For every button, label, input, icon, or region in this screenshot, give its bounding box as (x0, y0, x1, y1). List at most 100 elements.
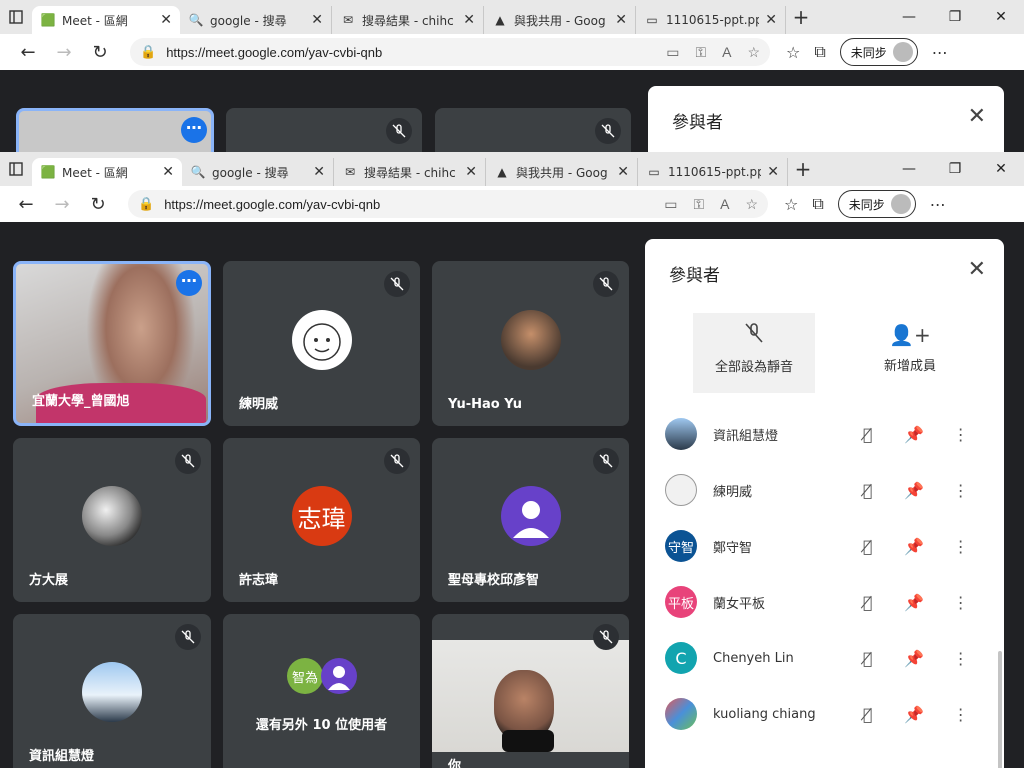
initials-avatar: 志瑋 (291, 486, 352, 546)
close-window-button[interactable]: ✕ (978, 152, 1024, 186)
pin-icon[interactable]: 📌 (891, 649, 937, 668)
reload-button[interactable]: ↻ (82, 42, 118, 63)
video-tile[interactable]: 方大展 (13, 438, 211, 602)
tab-gmail[interactable]: ✉ 搜尋結果 - chihc ✕ (334, 158, 486, 186)
tab-google[interactable]: 🔍 google - 搜尋 ✕ (182, 158, 334, 186)
close-window-button[interactable]: ✕ (978, 0, 1024, 34)
read-aloud-icon[interactable]: A (720, 196, 729, 213)
close-icon[interactable]: ✕ (765, 12, 777, 28)
more-vert-icon[interactable]: ⋮ (938, 649, 984, 668)
forward-button[interactable]: → (46, 42, 82, 63)
mute-all-button[interactable]: 全部設為靜音 (693, 313, 815, 393)
participant-row[interactable]: 平板 蘭女平板 🎙̸ 📌 ⋮ (665, 574, 984, 630)
video-tile[interactable]: Yu-Hao Yu (432, 261, 629, 426)
window-menu-icon[interactable] (0, 152, 32, 186)
more-vert-icon[interactable]: ⋮ (938, 705, 984, 724)
maximize-button[interactable]: ❐ (932, 0, 978, 34)
more-vert-icon[interactable]: ⋮ (938, 425, 984, 444)
reload-button[interactable]: ↻ (80, 194, 116, 215)
video-tile[interactable]: 資訊組慧燈 (13, 614, 211, 768)
pin-icon[interactable]: 📌 (891, 425, 937, 444)
pin-icon[interactable]: 📌 (891, 481, 937, 500)
favorites-icon[interactable]: ☆ (786, 43, 800, 62)
close-icon[interactable]: ✕ (968, 104, 986, 129)
pin-icon[interactable]: 📌 (891, 593, 937, 612)
mic-off-icon[interactable]: 🎙̸ (845, 705, 891, 724)
mic-off-icon[interactable]: 🎙̸ (845, 649, 891, 668)
close-icon[interactable]: ✕ (465, 164, 477, 180)
pin-icon[interactable]: 📌 (891, 537, 937, 556)
add-member-button[interactable]: 👤+ 新增成員 (849, 313, 971, 393)
tab-google[interactable]: 🔍 google - 搜尋 ✕ (180, 6, 332, 34)
video-tile[interactable]: 聖母專校邱彥智 (432, 438, 629, 602)
close-icon[interactable]: ✕ (615, 12, 627, 28)
mic-off-icon[interactable]: 🎙̸ (845, 537, 891, 556)
pin-icon[interactable]: 📌 (891, 705, 937, 724)
more-icon[interactable]: ⋯ (930, 195, 946, 214)
new-tab-button[interactable]: + (786, 5, 816, 29)
video-tile[interactable]: 練明威 (223, 261, 420, 426)
more-options-icon[interactable]: ⋯ (176, 270, 202, 296)
tab-slides[interactable]: ▭ 1110615-ppt.ppt ✕ (636, 6, 786, 34)
panel-scrollbar[interactable] (998, 651, 1002, 768)
read-aloud-icon[interactable]: A (722, 44, 731, 61)
close-icon[interactable]: ✕ (767, 164, 779, 180)
close-panel-button[interactable]: ✕ (968, 257, 986, 282)
url-field[interactable]: 🔒 https://meet.google.com/yav-cvbi-qnb ▭ ⚿ A… (130, 38, 770, 66)
video-tile[interactable]: 志瑋 許志瑋 (223, 438, 420, 602)
close-icon[interactable]: ✕ (313, 164, 325, 180)
search-icon: 🔍 (190, 165, 206, 179)
collections-icon[interactable]: ⧉ (812, 194, 823, 214)
more-vert-icon[interactable]: ⋮ (938, 537, 984, 556)
close-icon[interactable]: ✕ (160, 12, 172, 28)
tab-drive[interactable]: ▲ 與我共用 - Goog ✕ (486, 158, 638, 186)
maximize-button[interactable]: ❐ (932, 152, 978, 186)
camera-icon[interactable]: ▭ (666, 44, 679, 61)
favorites-icon[interactable]: ☆ (784, 195, 798, 214)
close-icon[interactable]: ✕ (463, 12, 475, 28)
participant-row[interactable]: 練明威 🎙̸ 📌 ⋮ (665, 462, 984, 518)
mic-off-icon[interactable]: 🎙̸ (845, 425, 891, 444)
tab-drive[interactable]: ▲ 與我共用 - Goog ✕ (484, 6, 636, 34)
drive-icon: ▲ (497, 165, 507, 179)
participant-row[interactable]: kuoliang chiang 🎙̸ 📌 ⋮ (665, 686, 984, 742)
collections-icon[interactable]: ⧉ (814, 42, 825, 62)
tab-gmail[interactable]: ✉ 搜尋結果 - chihc ✕ (332, 6, 484, 34)
participant-row[interactable]: 資訊組慧燈 🎙̸ 📌 ⋮ (665, 406, 984, 462)
window-menu-icon[interactable] (0, 0, 32, 34)
more-vert-icon[interactable]: ⋮ (938, 481, 984, 500)
video-tile[interactable]: ⋯ 宜蘭大學_曾國旭 (13, 261, 211, 426)
more-icon[interactable]: ⋯ (932, 43, 948, 62)
tab-slides[interactable]: ▭ 1110615-ppt.ppt ✕ (638, 158, 788, 186)
participant-row[interactable]: C Chenyeh Lin 🎙̸ 📌 ⋮ (665, 630, 984, 686)
back-button[interactable]: ← (8, 194, 44, 215)
cartoon-avatar (291, 309, 352, 370)
url-field[interactable]: 🔒 https://meet.google.com/yav-cvbi-qnb ▭ ⚿ A… (128, 190, 768, 218)
sync-button[interactable]: 未同步 (839, 38, 918, 66)
close-icon[interactable]: ✕ (162, 164, 174, 180)
favorite-add-icon[interactable]: ☆ (747, 44, 760, 61)
key-icon[interactable]: ⚿ (695, 44, 706, 61)
new-tab-button[interactable]: + (788, 157, 818, 181)
favorite-add-icon[interactable]: ☆ (745, 196, 758, 213)
self-video-tile[interactable]: 你 (432, 614, 629, 768)
minimize-button[interactable]: — (886, 0, 932, 34)
address-bar: ← → ↻ 🔒 https://meet.google.com/yav-cvbi-… (0, 186, 1024, 223)
camera-icon[interactable]: ▭ (664, 196, 677, 213)
more-vert-icon[interactable]: ⋮ (938, 593, 984, 612)
others-tile[interactable]: 智為 還有另外 10 位使用者 (223, 614, 420, 768)
key-icon[interactable]: ⚿ (693, 196, 704, 213)
back-button[interactable]: ← (10, 42, 46, 63)
forward-button[interactable]: → (44, 194, 80, 215)
participant-row[interactable]: 守智 鄭守智 🎙̸ 📌 ⋮ (665, 518, 984, 574)
tab-meet[interactable]: 🟩 Meet - 區網 ✕ (32, 6, 180, 34)
close-icon[interactable]: ✕ (311, 12, 323, 28)
more-options-icon[interactable]: ⋯ (181, 117, 207, 143)
mic-off-icon[interactable]: 🎙̸ (845, 593, 891, 612)
close-icon[interactable]: ✕ (617, 164, 629, 180)
tab-meet[interactable]: 🟩 Meet - 區網 ✕ (32, 158, 182, 186)
minimize-button[interactable]: — (886, 152, 932, 186)
meet-main: ⋯ 宜蘭大學_曾國旭 練明威 Yu-Hao Yu 方大展 志瑋 許志瑋 聖母專校 (0, 222, 1024, 768)
mic-off-icon[interactable]: 🎙̸ (845, 481, 891, 500)
sync-button[interactable]: 未同步 (837, 190, 916, 218)
